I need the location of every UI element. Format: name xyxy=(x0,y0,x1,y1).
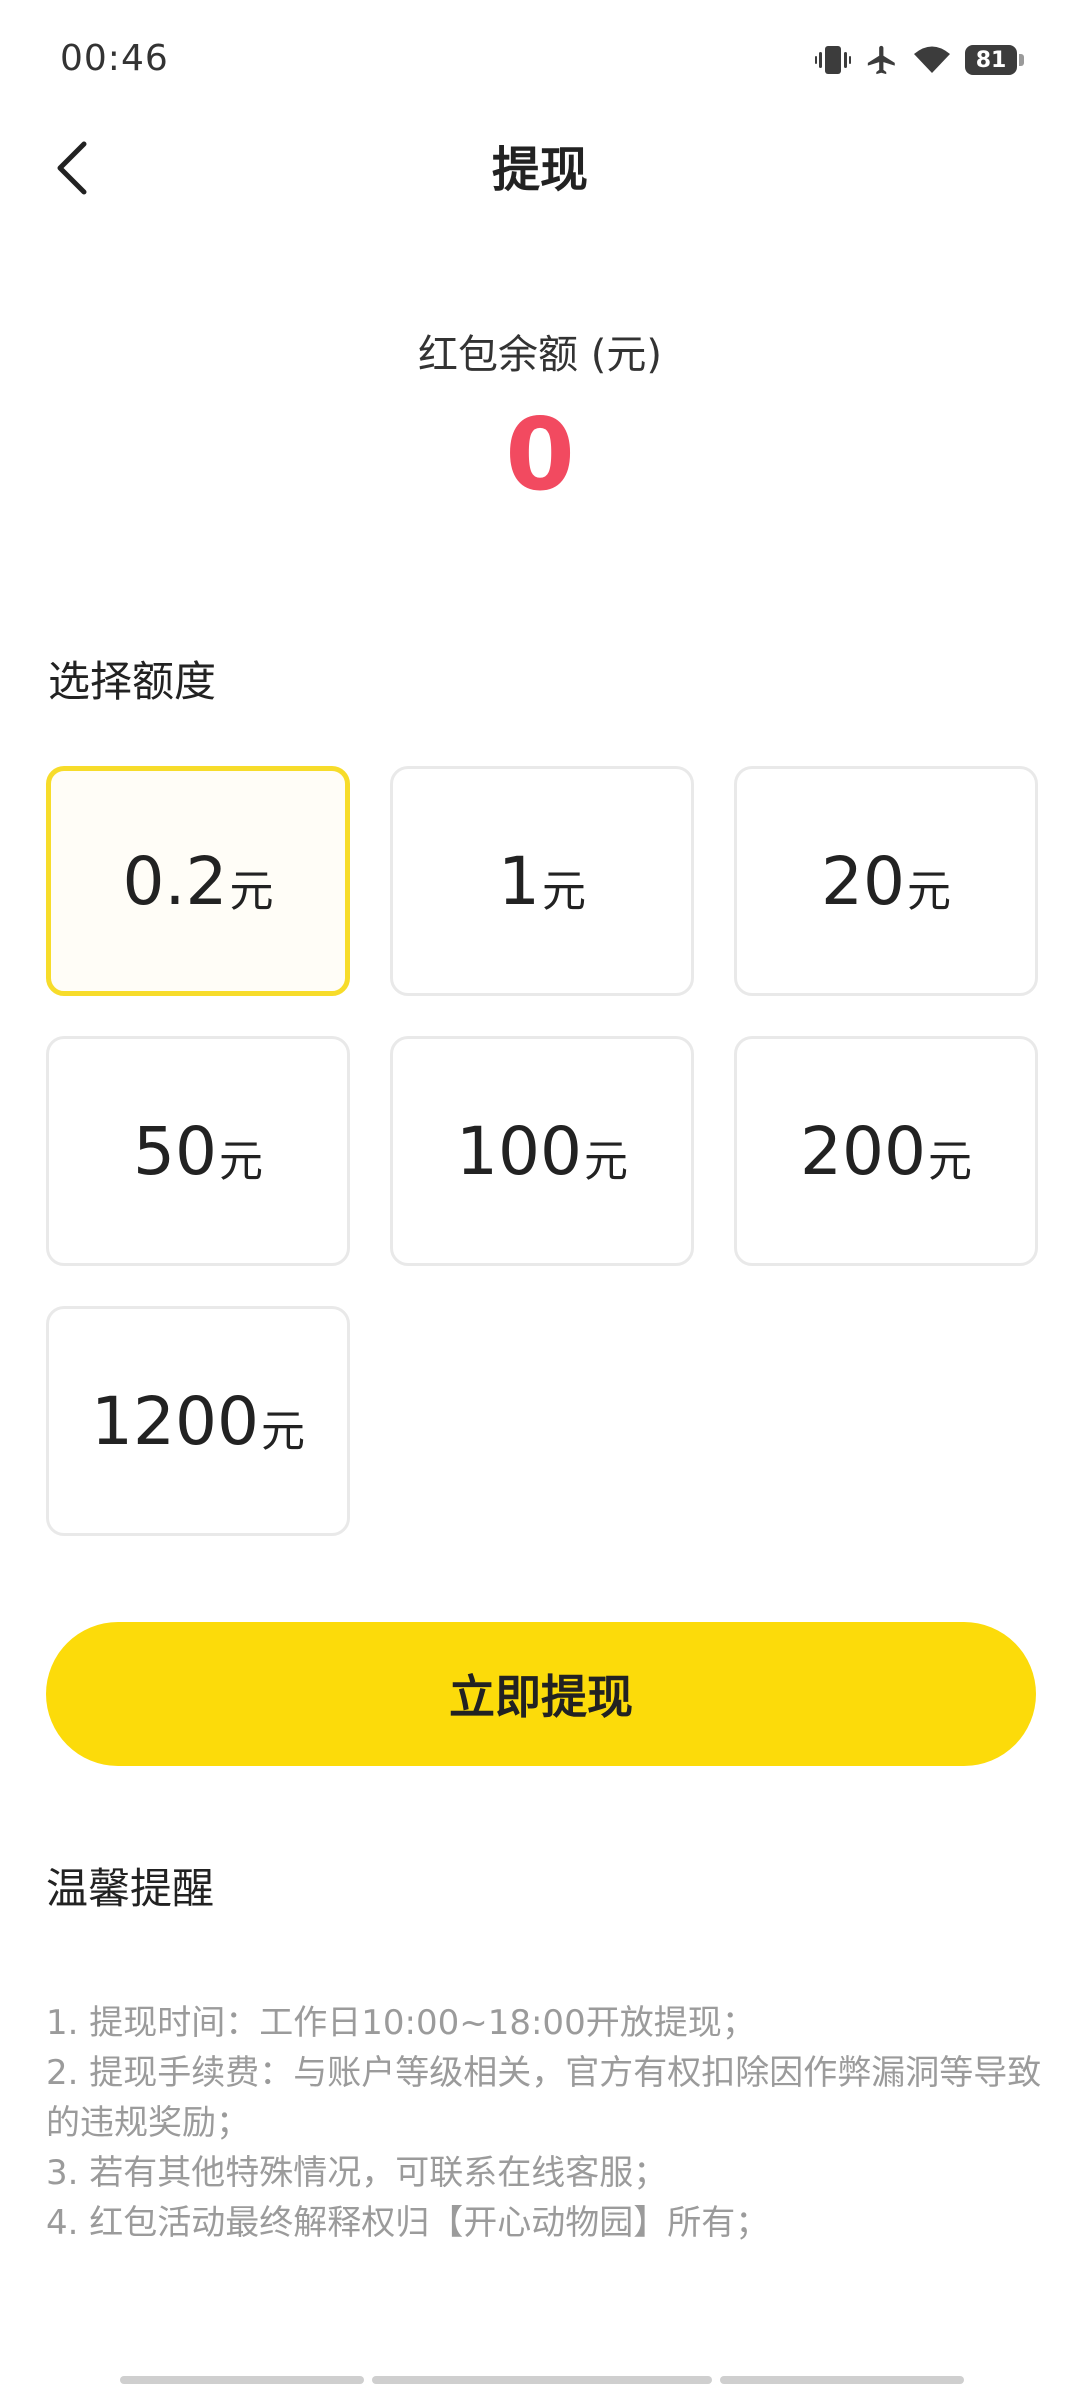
amount-value: 200 xyxy=(800,1112,926,1190)
amount-section-title: 选择额度 xyxy=(48,657,217,706)
tip-item: 4. 红包活动最终解释权归【开心动物园】所有； xyxy=(46,2203,770,2243)
amount-option-20[interactable]: 20 元 xyxy=(734,766,1038,996)
amount-value: 20 xyxy=(821,842,905,920)
tips-title: 温馨提醒 xyxy=(46,1864,215,1913)
amount-grid: 0.2 元 1元 20 元 50 元 100 元 200 元 1200 元 xyxy=(46,766,1038,1536)
amount-option-0-2[interactable]: 0.2 元 xyxy=(46,766,350,996)
amount-option-100[interactable]: 100 元 xyxy=(390,1036,694,1266)
amount-unit: 元 xyxy=(927,1136,972,1187)
withdraw-screen: 00:46 81 提现 红包余额 (元) 0 选择额度 0.2 元 1 元 20… xyxy=(0,0,1080,2388)
balance-label: 红包余额 (元) xyxy=(418,332,662,378)
amount-option-200[interactable]: 200 元 xyxy=(734,1036,1038,1266)
tip-item: 3. 若有其他特殊情况，可联系在线客服； xyxy=(46,2153,668,2193)
vibrate-icon xyxy=(815,43,851,77)
status-icons: 81 xyxy=(815,38,1024,82)
amount-value: 50 xyxy=(133,1112,217,1190)
status-time: 00:46 xyxy=(60,38,169,79)
withdraw-now-button[interactable]: 立即提现 xyxy=(46,1622,1036,1766)
amount-value: 1200 xyxy=(91,1382,259,1460)
airplane-icon xyxy=(865,43,899,77)
amount-unit: 元 xyxy=(218,1136,263,1187)
amount-value: 100 xyxy=(456,1112,582,1190)
amount-unit: 元 xyxy=(260,1406,305,1457)
battery-icon: 81 xyxy=(965,45,1024,75)
amount-option-50[interactable]: 50 元 xyxy=(46,1036,350,1266)
wifi-icon xyxy=(913,45,951,75)
amount-value: 0.2 xyxy=(122,842,228,920)
amount-option-1[interactable]: 1元 xyxy=(390,766,694,996)
amount-unit: 元 xyxy=(583,1136,628,1187)
status-bar: 00:46 81 xyxy=(0,0,1080,120)
bottom-indicator xyxy=(120,2376,964,2384)
battery-level: 81 xyxy=(965,45,1017,75)
amount-unit: 元 xyxy=(906,866,951,917)
amount-unit: 元 xyxy=(542,866,586,917)
amount-unit: 元 xyxy=(229,866,274,917)
tips-list: 1. 提现时间：工作日10:00~18:00开放提现； 2. 提现手续费：与账户… xyxy=(46,1998,1046,2248)
header: 提现 xyxy=(0,120,1080,220)
amount-option-1200[interactable]: 1200 元 xyxy=(46,1306,350,1536)
balance-value: 0 xyxy=(505,396,575,513)
amount-value: 1 xyxy=(498,842,540,920)
tip-item: 1. 提现时间：工作日10:00~18:00开放提现； xyxy=(46,2003,756,2043)
page-title: 提现 xyxy=(491,142,588,198)
tip-item: 2. 提现手续费：与账户等级相关，官方有权扣除因作弊漏洞等导致的违规奖励； xyxy=(46,2053,1042,2143)
